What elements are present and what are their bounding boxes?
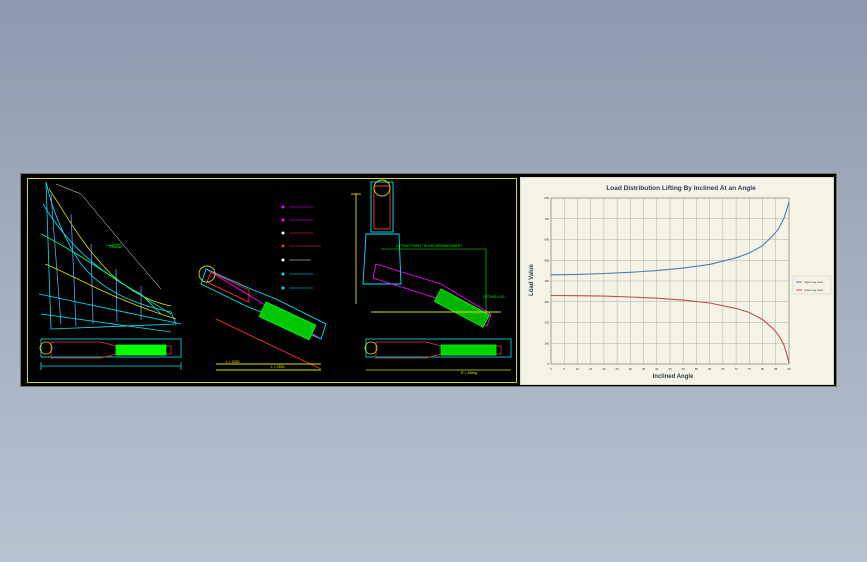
x-tick-label: 85 bbox=[774, 367, 778, 371]
x-tick-label: 10 bbox=[576, 367, 580, 371]
series-point-1 bbox=[682, 299, 684, 301]
series-point-1 bbox=[577, 295, 578, 297]
chart-grid bbox=[550, 197, 790, 365]
series-point-0 bbox=[656, 270, 658, 271]
y-tick-label: 600 bbox=[544, 238, 549, 242]
series-point-1 bbox=[778, 334, 779, 336]
x-tick-label: 25 bbox=[616, 367, 620, 371]
series-point-0 bbox=[735, 257, 737, 259]
series-point-0 bbox=[788, 201, 790, 203]
y-tick-label: 800 bbox=[544, 196, 549, 200]
x-tick-label: 15 bbox=[589, 367, 593, 371]
series-point-0 bbox=[709, 264, 710, 265]
legend-label: Upper Lug Load bbox=[804, 280, 823, 284]
x-tick-label: 60 bbox=[708, 367, 712, 371]
x-tick-label: 65 bbox=[721, 367, 725, 371]
x-tick-label: 70 bbox=[735, 367, 739, 371]
x-tick-label: 0 bbox=[550, 367, 552, 371]
series-point-0 bbox=[778, 228, 779, 230]
series-point-0 bbox=[786, 210, 787, 211]
x-tick-label: 80 bbox=[761, 367, 765, 371]
x-tick-label: 45 bbox=[668, 367, 672, 371]
load-chart-panel[interactable]: Load Distribution Lifting By Inclined At… bbox=[520, 177, 834, 385]
series-point-1 bbox=[656, 297, 658, 299]
series-point-1 bbox=[630, 296, 631, 298]
series-point-1 bbox=[709, 302, 710, 304]
series-point-0 bbox=[550, 274, 552, 276]
series-point-0 bbox=[630, 271, 631, 273]
legend-label: Lower Lug Load bbox=[804, 288, 823, 292]
series-point-1 bbox=[786, 352, 787, 353]
series-point-1 bbox=[783, 343, 785, 345]
series-point-0 bbox=[682, 267, 684, 269]
y-tick-label: 700 bbox=[544, 217, 549, 221]
series-point-0 bbox=[577, 274, 578, 275]
x-tick-label: 30 bbox=[629, 367, 633, 371]
y-tick-label: 500 bbox=[544, 258, 549, 262]
x-tick-label: 5 bbox=[563, 367, 565, 371]
x-axis-label: Inclined Angle bbox=[653, 374, 694, 380]
series-point-0 bbox=[749, 252, 750, 254]
series-point-1 bbox=[550, 295, 552, 296]
series-point-0 bbox=[783, 218, 785, 220]
series-point-0 bbox=[762, 245, 763, 247]
x-tick-label: 75 bbox=[748, 367, 752, 371]
x-tick-label: 50 bbox=[682, 367, 686, 371]
chart-title: Load Distribution Lifting By Inclined At… bbox=[606, 185, 756, 192]
series-point-1 bbox=[749, 312, 750, 313]
cad-drawing-area[interactable]: CRANE L = 3000 L = 2500 LIFTING POINT / … bbox=[21, 174, 521, 388]
chart-legend: Upper Lug Load Lower Lug Load bbox=[792, 275, 832, 295]
y-tick-label: 0 bbox=[547, 362, 549, 366]
series-point-1 bbox=[772, 328, 774, 330]
y-tick-label: 300 bbox=[544, 300, 549, 304]
y-tick-label: 100 bbox=[544, 341, 549, 345]
drawing-frame bbox=[27, 178, 517, 383]
series-point-0 bbox=[772, 235, 774, 236]
load-distribution-chart: Load Distribution Lifting By Inclined At… bbox=[529, 185, 832, 380]
series-point-1 bbox=[762, 319, 763, 320]
drawing-sheet[interactable]: CRANE L = 3000 L = 2500 LIFTING POINT / … bbox=[20, 173, 837, 387]
y-axis-label: Load Value bbox=[529, 264, 535, 296]
series-point-1 bbox=[735, 308, 737, 309]
x-tick-label: 90 bbox=[787, 367, 791, 371]
x-tick-label: 40 bbox=[655, 367, 659, 371]
y-tick-label: 400 bbox=[544, 279, 549, 283]
series-point-1 bbox=[603, 295, 605, 297]
x-tick-label: 35 bbox=[642, 367, 646, 371]
series-point-0 bbox=[603, 273, 605, 274]
x-tick-label: 20 bbox=[602, 367, 606, 371]
x-tick-label: 55 bbox=[695, 367, 699, 371]
y-tick-label: 200 bbox=[544, 321, 549, 325]
series-point-1 bbox=[788, 362, 790, 364]
